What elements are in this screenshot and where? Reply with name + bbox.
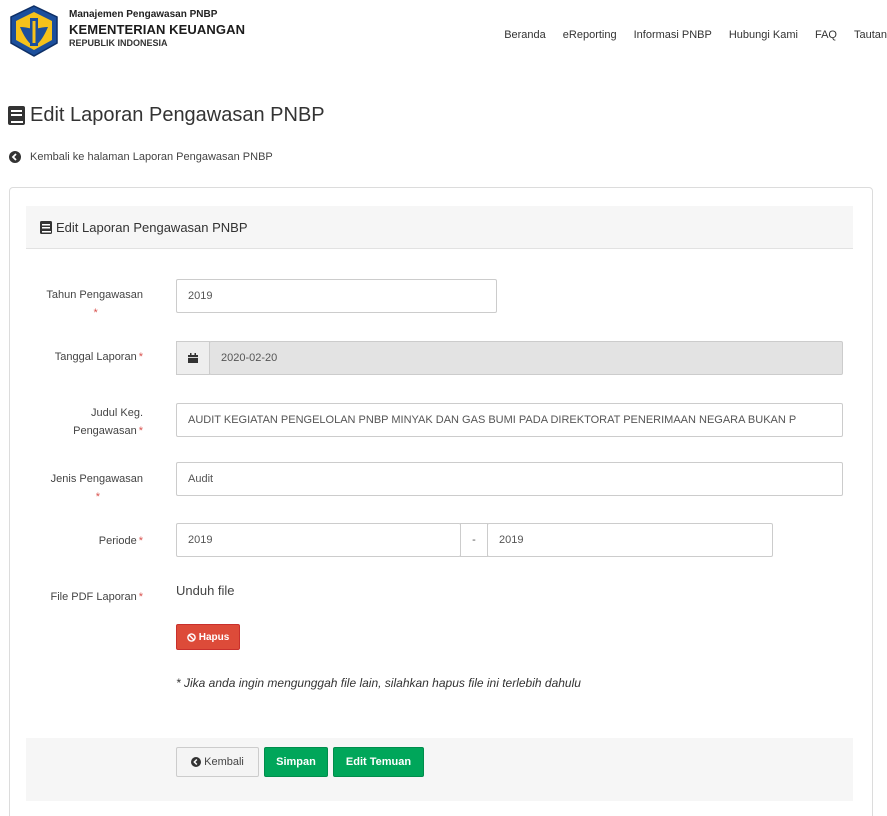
- required-star: *: [138, 351, 143, 363]
- card-title: Edit Laporan Pengawasan PNBP: [56, 219, 248, 235]
- nav-item-informasi-pnbp[interactable]: Informasi PNBP: [634, 29, 712, 41]
- periode-from-input[interactable]: 2019: [176, 523, 461, 557]
- page-title: Edit Laporan Pengawasan PNBP: [8, 104, 325, 127]
- back-to-list-link[interactable]: Kembali ke halaman Laporan Pengawasan PN…: [9, 151, 273, 163]
- nav-item-ereporting[interactable]: eReporting: [563, 29, 617, 41]
- judul-label-text: Judul Keg.: [91, 407, 143, 419]
- periode-to-input[interactable]: 2019: [487, 523, 773, 557]
- periode-separator: -: [460, 523, 488, 557]
- tahun-label-text: Tahun Pengawasan: [46, 289, 143, 301]
- delete-file-label: Hapus: [198, 631, 230, 643]
- judul-label: Judul Keg. Pengawasan *: [73, 404, 143, 440]
- card-header: Edit Laporan Pengawasan PNBP: [26, 206, 853, 249]
- form-footer: [26, 738, 853, 801]
- required-star: *: [138, 425, 143, 437]
- back-link-text: Kembali ke halaman Laporan Pengawasan PN…: [30, 151, 273, 163]
- required-star: *: [138, 591, 143, 603]
- kemenkeu-logo: [10, 5, 58, 57]
- org-name: KEMENTERIAN KEUANGAN: [69, 22, 246, 37]
- jenis-input[interactable]: Audit: [176, 462, 843, 496]
- delete-file-button[interactable]: Hapus: [176, 624, 240, 650]
- back-button[interactable]: Kembali: [176, 747, 259, 777]
- tanggal-label: Tanggal Laporan *: [55, 348, 143, 366]
- page-title-text: Edit Laporan Pengawasan PNBP: [30, 104, 325, 126]
- chevron-circle-left-icon: [9, 151, 21, 163]
- country-name: REPUBLIK INDONESIA: [69, 38, 168, 48]
- required-star: *: [138, 535, 143, 547]
- jenis-label: Jenis Pengawasan *: [51, 470, 143, 506]
- jenis-label-text: Jenis Pengawasan: [50, 473, 143, 485]
- tahun-input[interactable]: 2019: [176, 279, 497, 313]
- calendar-addon: [176, 341, 210, 375]
- tanggal-input: 2020-02-20: [209, 341, 843, 375]
- periode-label: Periode *: [99, 532, 143, 550]
- main-nav: Beranda eReporting Informasi PNBP Hubung…: [504, 29, 887, 41]
- download-file-link[interactable]: Unduh file: [176, 583, 235, 598]
- nav-item-tautan[interactable]: Tautan: [854, 29, 887, 41]
- app-name: Manajemen Pengawasan PNBP: [69, 9, 218, 20]
- required-star: *: [93, 307, 98, 319]
- file-note: * Jika anda ingin mengunggah file lain, …: [176, 676, 581, 690]
- brand-block: Manajemen Pengawasan PNBP KEMENTERIAN KE…: [69, 10, 245, 48]
- tahun-label: Tahun Pengawasan *: [46, 286, 143, 322]
- book-icon: [40, 220, 52, 234]
- back-button-label: Kembali: [204, 756, 244, 768]
- file-label-text: File PDF Laporan: [50, 591, 137, 603]
- nav-item-beranda[interactable]: Beranda: [504, 29, 546, 41]
- periode-label-text: Periode: [98, 535, 137, 547]
- edit-findings-button[interactable]: Edit Temuan: [333, 747, 424, 777]
- nav-item-faq[interactable]: FAQ: [815, 29, 837, 41]
- site-header: Manajemen Pengawasan PNBP KEMENTERIAN KE…: [0, 0, 887, 64]
- required-star: *: [95, 491, 100, 503]
- ban-icon: [186, 632, 196, 642]
- judul-input[interactable]: AUDIT KEGIATAN PENGELOLAN PNBP MINYAK DA…: [176, 403, 843, 437]
- save-button[interactable]: Simpan: [264, 747, 328, 777]
- file-label: File PDF Laporan *: [51, 588, 144, 606]
- chevron-circle-left-icon: [191, 757, 202, 767]
- calendar-icon: [188, 353, 198, 363]
- judul-label-text-2: Pengawasan: [73, 425, 137, 437]
- book-icon: [8, 106, 25, 125]
- nav-item-hubungi-kami[interactable]: Hubungi Kami: [729, 29, 798, 41]
- tanggal-label-text: Tanggal Laporan: [54, 351, 137, 363]
